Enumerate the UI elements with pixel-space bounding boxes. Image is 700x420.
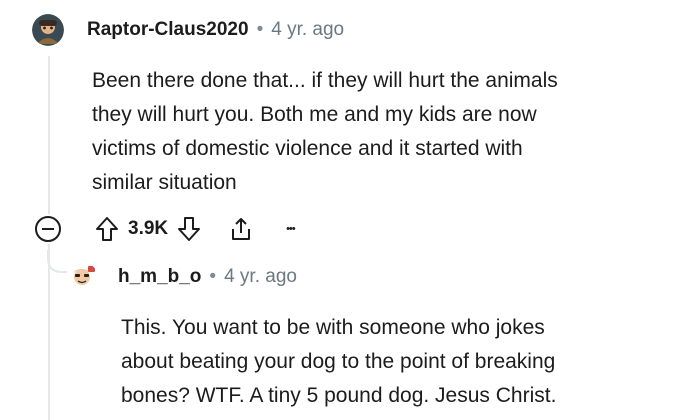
upvote-button[interactable] xyxy=(94,215,120,243)
comment-body-line: This. You want to be with someone who jo… xyxy=(121,316,545,339)
comment-body-line: Been there done that... if they will hur… xyxy=(92,69,558,92)
share-icon xyxy=(232,218,251,240)
avatar-raptor-claus[interactable] xyxy=(32,14,64,46)
share-button[interactable] xyxy=(228,215,254,243)
upvote-arrow-icon xyxy=(96,217,118,241)
more-options-button[interactable]: ••• xyxy=(286,223,296,235)
vote-score: 3.9K xyxy=(128,218,169,239)
reply-body: This. You want to be with someone who jo… xyxy=(121,311,556,413)
timestamp[interactable]: 4 yr. ago xyxy=(271,19,344,41)
meta-separator: • xyxy=(256,19,264,40)
comment-body-line: about beating your dog to the point of b… xyxy=(121,350,556,373)
comment-body-line: bones? WTF. A tiny 5 pound dog. Jesus Ch… xyxy=(121,384,557,407)
downvote-button[interactable] xyxy=(176,215,202,243)
downvote-arrow-icon xyxy=(178,217,201,241)
comment-body: Been there done that... if they will hur… xyxy=(92,64,558,200)
timestamp[interactable]: 4 yr. ago xyxy=(224,266,297,288)
reply-meta: h_m_b_o • 4 yr. ago xyxy=(118,266,297,288)
comment-body-line: they will hurt you. Both me and my kids … xyxy=(92,103,537,126)
comment-body-line: similar situation xyxy=(92,171,237,194)
collapse-minus-icon xyxy=(35,216,61,242)
avatar-h-m-b-o[interactable] xyxy=(66,262,98,294)
meta-separator: • xyxy=(209,266,217,287)
collapse-button[interactable] xyxy=(34,215,62,243)
comment-body-line: victims of domestic violence and it star… xyxy=(92,137,523,160)
username[interactable]: h_m_b_o xyxy=(118,266,201,288)
thread-line-main[interactable] xyxy=(48,56,50,214)
more-options-icon: ••• xyxy=(286,223,296,235)
comment-action-bar: 3.9K ••• xyxy=(94,214,296,244)
comment-meta: Raptor-Claus2020 • 4 yr. ago xyxy=(87,19,344,41)
username[interactable]: Raptor-Claus2020 xyxy=(87,19,249,41)
